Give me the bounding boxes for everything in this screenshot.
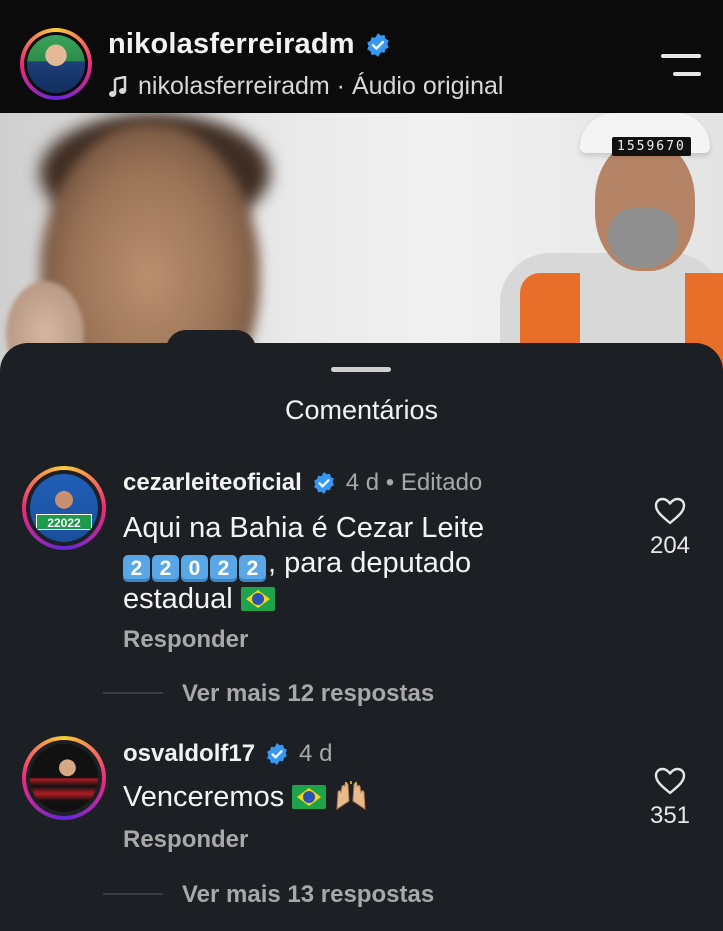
avatar-image: [30, 744, 98, 812]
comment-meta: 4 d: [299, 740, 333, 767]
reel-header: nikolasferreiradm nikolasferreiradm · Áu…: [0, 0, 723, 113]
comment-avatar[interactable]: 22022: [22, 466, 106, 550]
profile-avatar[interactable]: [20, 28, 92, 100]
video-counter: 1559670: [612, 137, 691, 156]
comment-text: Aqui na Bahia é Cezar Leite 22022, para …: [123, 512, 485, 615]
sheet-drag-handle[interactable]: [331, 367, 391, 372]
sheet-title: Comentários: [284, 395, 439, 425]
keycap-digit-emoji: 2: [152, 555, 179, 582]
keycap-digit-emoji: 2: [123, 555, 150, 582]
comment-meta: 4 d • Editado: [345, 469, 483, 496]
verified-badge-icon: [313, 472, 334, 494]
view-more-replies-button[interactable]: Ver mais 12 respostas: [182, 680, 434, 708]
audio-text: nikolasferreiradm · Áudio original: [138, 72, 504, 100]
brazil-flag-icon: [240, 587, 275, 611]
reply-button[interactable]: Responder: [123, 826, 248, 854]
music-note-icon: [109, 75, 127, 97]
avatar-image: 22022: [30, 474, 98, 542]
reply-button[interactable]: Responder: [123, 626, 248, 654]
audio-info[interactable]: nikolasferreiradm · Áudio original: [108, 72, 503, 101]
comment-text: Venceremos: [123, 780, 593, 815]
replies-divider: [103, 692, 163, 694]
like-control[interactable]: 204: [620, 496, 720, 560]
raising-hands-emoji-icon: [336, 781, 366, 810]
avatar-badge: 22022: [36, 514, 92, 530]
view-more-replies-button[interactable]: Ver mais 13 respostas: [182, 881, 434, 909]
comment-avatar[interactable]: [22, 736, 106, 820]
comment-username[interactable]: cezarleiteoficial 4 d • Editado: [123, 469, 482, 497]
heart-icon[interactable]: [653, 766, 687, 796]
header-username[interactable]: nikolasferreiradm: [108, 28, 391, 61]
verified-badge-icon: [267, 743, 287, 765]
replies-divider: [103, 893, 163, 895]
comments-sheet: Comentários 22022 cezarleiteoficial 4 d …: [0, 343, 723, 931]
like-count: 204: [649, 532, 691, 559]
keycap-digit-emoji: 0: [181, 555, 208, 582]
avatar-image: [27, 35, 85, 93]
menu-icon[interactable]: [661, 54, 701, 78]
like-control[interactable]: 351: [620, 766, 720, 830]
header-username-text[interactable]: nikolasferreiradm: [108, 28, 355, 61]
brazil-flag-icon: [292, 785, 327, 809]
verified-badge-icon: [367, 32, 389, 57]
keycap-digit-emoji: 2: [239, 555, 266, 582]
heart-icon[interactable]: [653, 496, 687, 526]
like-count: 351: [649, 802, 691, 829]
comment-username[interactable]: osvaldolf17 4 d: [123, 740, 332, 768]
keycap-digit-emoji: 2: [210, 555, 237, 582]
